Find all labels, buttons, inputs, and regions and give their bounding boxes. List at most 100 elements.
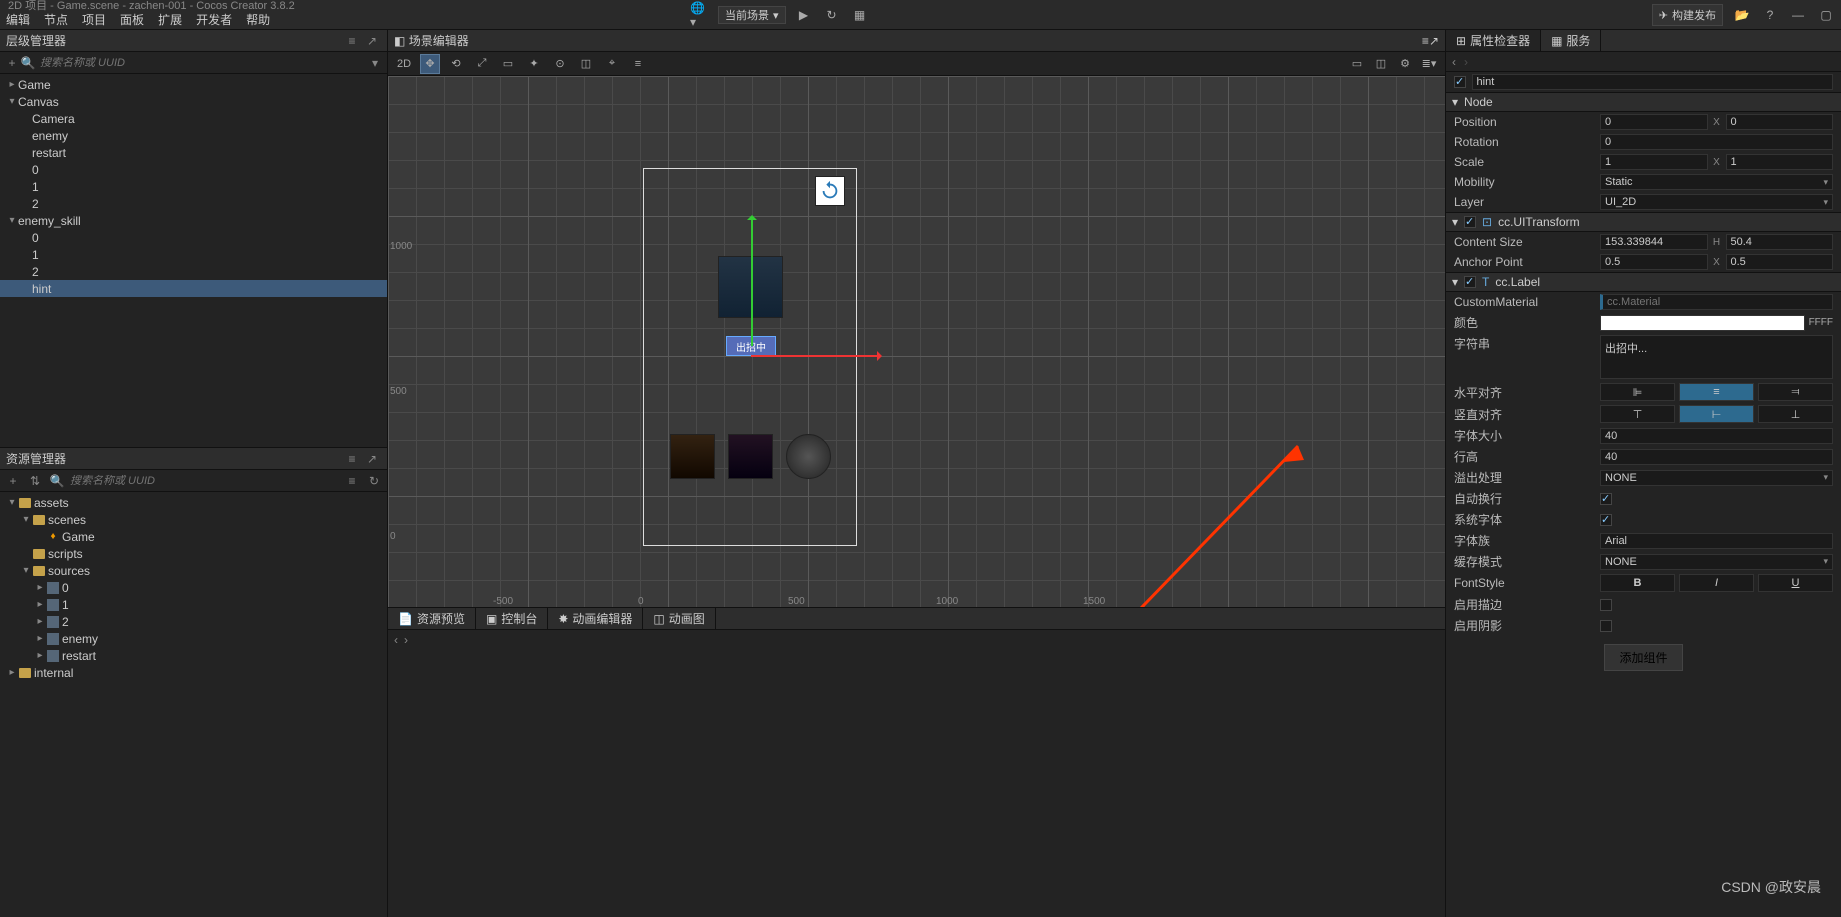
tree-item-Camera[interactable]: Camera <box>0 110 387 127</box>
menu-extension[interactable]: 扩展 <box>158 11 182 28</box>
section-label[interactable]: ▾ T cc.Label <box>1446 272 1841 292</box>
valign-top[interactable]: ⊤ <box>1600 405 1675 423</box>
node-enabled-checkbox[interactable] <box>1454 76 1466 88</box>
tree-item-1[interactable]: ▸1 <box>0 596 387 613</box>
refresh-button[interactable]: ↻ <box>822 6 842 24</box>
transform-tool-icon[interactable]: ✦ <box>524 54 544 74</box>
cs-w-input[interactable]: 153.339844 <box>1600 234 1708 250</box>
snap-tool-icon[interactable]: ◫ <box>576 54 596 74</box>
tree-item-2[interactable]: ▸2 <box>0 613 387 630</box>
tab-anim-editor[interactable]: ✸ 动画编辑器 <box>548 608 643 629</box>
layers-icon[interactable]: ≣▾ <box>1419 54 1439 74</box>
gear-icon[interactable]: ⚙ <box>1395 54 1415 74</box>
maximize-icon[interactable]: ▢ <box>1817 6 1835 24</box>
scene-pop-icon[interactable]: ↗ <box>1429 34 1439 48</box>
scale-tool-icon[interactable]: ⤢ <box>472 54 492 74</box>
tree-item-1[interactable]: 1 <box>0 246 387 263</box>
tree-item-enemy_skill[interactable]: ▾enemy_skill <box>0 212 387 229</box>
tree-item-sources[interactable]: ▾sources <box>0 562 387 579</box>
assets-sort-icon[interactable]: ⇅ <box>26 472 44 490</box>
tree-item-Game[interactable]: ▸Game <box>0 76 387 93</box>
snapshot-icon[interactable]: ◫ <box>1371 54 1391 74</box>
section-uitransform[interactable]: ▾ ⊡ cc.UITransform <box>1446 212 1841 232</box>
move-tool-icon[interactable]: ✥ <box>420 54 440 74</box>
nav-fwd-icon[interactable]: › <box>404 633 408 647</box>
anchor-y-input[interactable]: 0.5 <box>1726 254 1834 270</box>
play-button[interactable]: ▶ <box>794 6 814 24</box>
tab-console[interactable]: ▣ 控制台 <box>476 608 548 629</box>
tree-item-0[interactable]: 0 <box>0 229 387 246</box>
tab-inspector[interactable]: ⊞ 属性检查器 <box>1446 30 1541 51</box>
mode-2d-button[interactable]: 2D <box>394 54 414 74</box>
build-publish-button[interactable]: ✈ 构建发布 <box>1652 4 1723 26</box>
menu-edit[interactable]: 编辑 <box>6 11 30 28</box>
uitransform-enabled-checkbox[interactable] <box>1464 216 1476 228</box>
font-family-input[interactable] <box>1600 533 1833 549</box>
align-tool-icon[interactable]: ≡ <box>628 54 648 74</box>
tree-item-1[interactable]: 1 <box>0 178 387 195</box>
sprite-restart[interactable] <box>815 176 845 206</box>
tree-item-Canvas[interactable]: ▾Canvas <box>0 93 387 110</box>
gizmo-x-axis[interactable] <box>751 355 881 357</box>
tree-item-2[interactable]: 2 <box>0 263 387 280</box>
pivot-tool-icon[interactable]: ⌖ <box>602 54 622 74</box>
assets-refresh-icon[interactable]: ↻ <box>365 472 383 490</box>
tree-item-scenes[interactable]: ▾scenes <box>0 511 387 528</box>
hierarchy-search-input[interactable] <box>36 57 367 69</box>
node-name-input[interactable] <box>1472 74 1833 90</box>
label-enabled-checkbox[interactable] <box>1464 276 1476 288</box>
camera-icon[interactable]: ▭ <box>1347 54 1367 74</box>
scene-viewport[interactable]: 10005000 -500050010001500 出招中 <box>388 76 1445 607</box>
tree-item-0[interactable]: 0 <box>0 161 387 178</box>
string-textarea[interactable]: 出招中... <box>1600 335 1833 379</box>
valign-bottom[interactable]: ⊥ <box>1758 405 1833 423</box>
shadow-checkbox[interactable] <box>1600 620 1612 632</box>
tree-item-enemy[interactable]: ▸enemy <box>0 630 387 647</box>
tree-item-2[interactable]: 2 <box>0 195 387 212</box>
hierarchy-pop-icon[interactable]: ↗ <box>363 32 381 50</box>
add-icon[interactable]: + <box>4 55 20 71</box>
layer-dropdown[interactable]: UI_2D <box>1600 194 1833 210</box>
tree-item-restart[interactable]: restart <box>0 144 387 161</box>
tree-item-enemy[interactable]: enemy <box>0 127 387 144</box>
help-icon[interactable]: ? <box>1761 6 1779 24</box>
font-underline[interactable]: U <box>1758 574 1833 592</box>
tree-item-restart[interactable]: ▸restart <box>0 647 387 664</box>
preview-browser-icon[interactable]: 🌐▾ <box>690 6 710 24</box>
overflow-dropdown[interactable]: NONE <box>1600 470 1833 486</box>
assets-filter-icon[interactable]: ≡ <box>343 472 361 490</box>
section-node[interactable]: ▾ Node <box>1446 92 1841 112</box>
qrcode-icon[interactable]: ▦ <box>850 6 870 24</box>
assets-menu-icon[interactable]: ≡ <box>343 450 361 468</box>
font-size-input[interactable]: 40 <box>1600 428 1833 444</box>
anchor-x-input[interactable]: 0.5 <box>1600 254 1708 270</box>
color-swatch[interactable] <box>1600 315 1805 331</box>
anchor-tool-icon[interactable]: ⊙ <box>550 54 570 74</box>
add-component-button[interactable]: 添加组件 <box>1604 644 1682 671</box>
tree-item-assets[interactable]: ▾assets <box>0 494 387 511</box>
sys-font-checkbox[interactable] <box>1600 514 1612 526</box>
font-italic[interactable]: I <box>1679 574 1754 592</box>
rect-tool-icon[interactable]: ▭ <box>498 54 518 74</box>
menu-project[interactable]: 项目 <box>82 11 106 28</box>
inspector-body[interactable]: ▾ Node Position0X0 Rotation0 Scale1X1 Mo… <box>1446 72 1841 917</box>
hierarchy-menu-icon[interactable]: ≡ <box>343 32 361 50</box>
tree-item-Game[interactable]: ♦Game <box>0 528 387 545</box>
halign-right[interactable]: ⫤ <box>1758 383 1833 401</box>
rotate-tool-icon[interactable]: ⟲ <box>446 54 466 74</box>
halign-left[interactable]: ⊫ <box>1600 383 1675 401</box>
line-height-input[interactable]: 40 <box>1600 449 1833 465</box>
scene-menu-icon[interactable]: ≡ <box>1422 34 1429 48</box>
tree-item-hint[interactable]: hint <box>0 280 387 297</box>
tree-item-scripts[interactable]: scripts <box>0 545 387 562</box>
scale-x-input[interactable]: 1 <box>1600 154 1708 170</box>
rot-input[interactable]: 0 <box>1600 134 1833 150</box>
font-bold[interactable]: B <box>1600 574 1675 592</box>
menu-panel[interactable]: 面板 <box>120 11 144 28</box>
open-project-icon[interactable]: 📂 <box>1733 6 1751 24</box>
nav-back-icon[interactable]: ‹ <box>394 633 398 647</box>
insp-back-icon[interactable]: ‹ <box>1452 55 1456 69</box>
auto-wrap-checkbox[interactable] <box>1600 493 1612 505</box>
assets-search-input[interactable] <box>70 475 339 487</box>
outline-checkbox[interactable] <box>1600 599 1612 611</box>
